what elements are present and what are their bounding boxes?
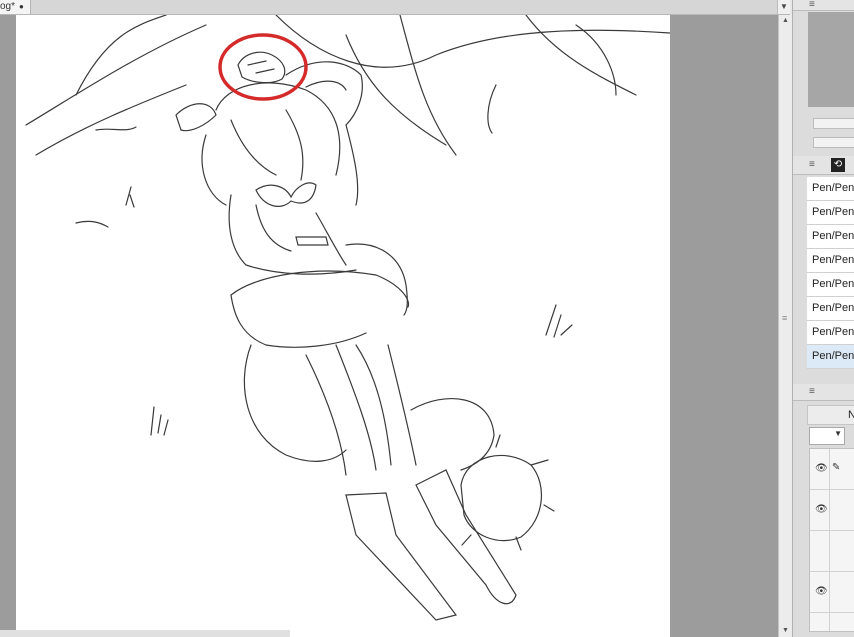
document-tab-strip: og* ● ▼ [0, 0, 790, 15]
tab-scroll-down-button[interactable]: ▼ [777, 0, 790, 14]
navigator-preview[interactable] [808, 12, 854, 107]
panel-menu-icon[interactable]: ≡ [809, 387, 821, 397]
chevron-down-icon: ▼ [834, 429, 842, 438]
right-panel-dock: ≡ ≡ ⟲ Pen/Pen Pen/Pen Pen/Pen Pen/Pen Pe… [792, 0, 854, 637]
layer-color-dropdown[interactable]: ▼ [809, 427, 845, 445]
status-bar [0, 630, 290, 637]
layer-titlebar: ≡ [793, 384, 854, 401]
layer-blend-mode-header: N [807, 405, 854, 425]
sketch-artwork [25, 15, 670, 621]
pen-icon: ✎ [832, 462, 841, 473]
layer-list[interactable]: 👁 ✎ 👁 👁 [809, 448, 854, 632]
drawing-canvas[interactable] [16, 15, 670, 637]
panel-menu-icon[interactable]: ≡ [809, 160, 821, 170]
scroll-grip-icon[interactable]: ≡ [782, 314, 789, 323]
subtool-titlebar: ≡ ⟲ [793, 156, 854, 175]
layer-row[interactable] [810, 531, 854, 572]
subtool-item[interactable]: Pen/Pen [807, 273, 854, 297]
subtool-item[interactable]: Pen/Pen [807, 201, 854, 225]
subtool-icon[interactable]: ⟲ [831, 158, 845, 172]
modified-indicator: ● [19, 2, 24, 11]
navigator-titlebar: ≡ [793, 0, 854, 11]
subtool-item[interactable]: Pen/Pen [807, 177, 854, 201]
subtool-item[interactable]: Pen/Pen [807, 297, 854, 321]
layer-row[interactable]: 👁 [810, 572, 854, 613]
canvas-area[interactable] [0, 15, 778, 637]
eye-icon[interactable]: 👁 [815, 463, 828, 474]
layer-row[interactable]: 👁 ✎ [810, 449, 854, 490]
scroll-down-arrow-icon[interactable]: ▼ [779, 625, 792, 637]
panel-menu-icon[interactable]: ≡ [809, 0, 821, 10]
subtool-item[interactable]: Pen/Pen [807, 249, 854, 273]
annotation-circle [218, 33, 308, 101]
navigator-zoom-slider[interactable] [813, 118, 854, 129]
subtool-list: Pen/Pen Pen/Pen Pen/Pen Pen/Pen Pen/Pen … [807, 177, 854, 369]
vertical-scrollbar[interactable]: ▲ ≡ ▼ [778, 15, 792, 637]
eye-icon[interactable]: 👁 [815, 586, 828, 597]
document-tab[interactable]: og* ● [0, 0, 31, 14]
subtool-item-selected[interactable]: Pen/Pen [807, 345, 854, 369]
document-tab-title: og* [0, 1, 16, 12]
scroll-up-arrow-icon[interactable]: ▲ [779, 15, 792, 27]
layer-row[interactable]: 👁 [810, 490, 854, 531]
navigator-rotate-slider[interactable] [813, 137, 854, 148]
subtool-item[interactable]: Pen/Pen [807, 321, 854, 345]
subtool-item[interactable]: Pen/Pen [807, 225, 854, 249]
eye-icon[interactable]: 👁 [815, 504, 828, 515]
